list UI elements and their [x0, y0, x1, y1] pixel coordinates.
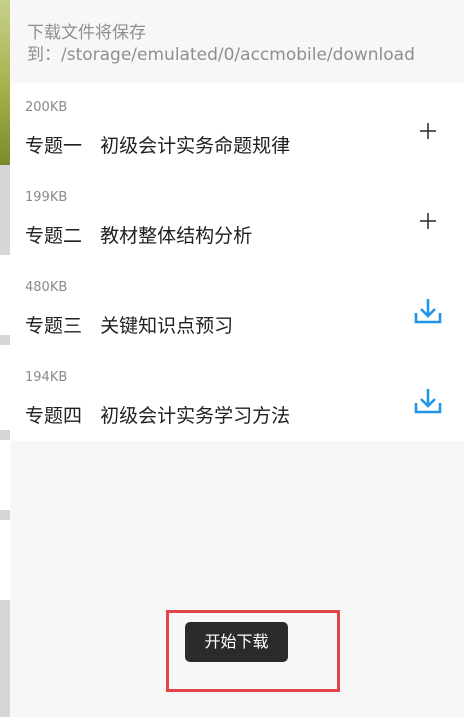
file-title: 专题一 初级会计实务命题规律 — [25, 135, 291, 157]
background-thumbnail — [0, 0, 10, 165]
file-title: 专题三 关键知识点预习 — [25, 315, 234, 337]
file-size: 199KB — [25, 190, 68, 205]
add-download-button[interactable] — [408, 201, 448, 241]
file-title: 专题二 教材整体结构分析 — [25, 225, 253, 247]
file-item[interactable]: 194KB 专题四 初级会计实务学习方法 — [10, 353, 464, 443]
file-size: 194KB — [25, 370, 68, 385]
add-download-button[interactable] — [408, 111, 448, 151]
download-status-button[interactable] — [408, 291, 448, 331]
file-title: 专题四 初级会计实务学习方法 — [25, 405, 291, 427]
download-icon — [414, 389, 442, 414]
file-item[interactable]: 200KB 专题一 初级会计实务命题规律 — [10, 83, 464, 173]
download-icon — [414, 299, 442, 324]
file-item[interactable]: 199KB 专题二 教材整体结构分析 — [10, 173, 464, 263]
plus-icon — [420, 123, 436, 139]
file-list: 200KB 专题一 初级会计实务命题规律 199KB 专题二 教材整体结构分析 … — [10, 83, 464, 441]
background-band — [0, 520, 10, 600]
background-band — [0, 440, 10, 510]
background-app-edge — [0, 0, 10, 717]
file-size: 480KB — [25, 280, 68, 295]
background-band — [0, 255, 10, 335]
save-path-text: 下载文件将保存到：/storage/emulated/0/accmobile/d… — [27, 23, 415, 65]
highlight-annotation-box — [166, 610, 340, 692]
background-band — [0, 345, 10, 430]
file-item[interactable]: 480KB 专题三 关键知识点预习 — [10, 263, 464, 353]
download-status-button[interactable] — [408, 381, 448, 421]
plus-icon — [420, 213, 436, 229]
file-size: 200KB — [25, 100, 68, 115]
